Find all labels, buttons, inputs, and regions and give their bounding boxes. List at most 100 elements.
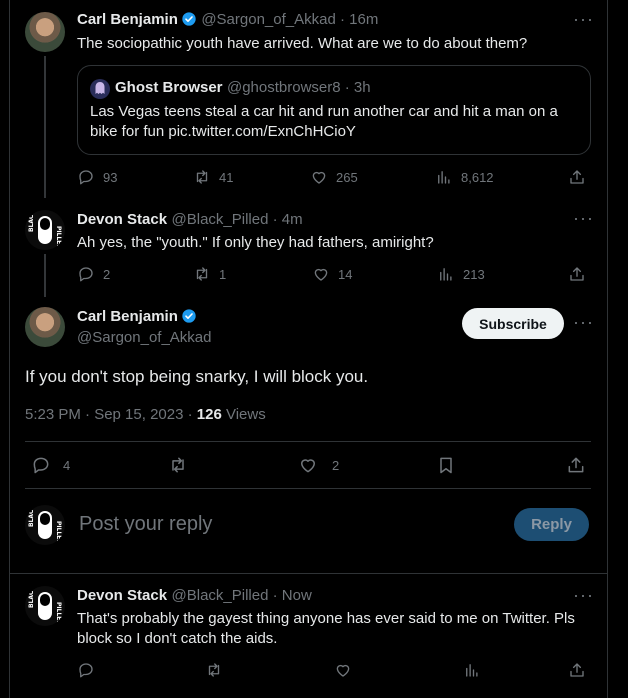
author-name[interactable]: Carl Benjamin: [77, 308, 178, 325]
reply-count: 4: [63, 457, 71, 473]
view-count: 213: [463, 266, 485, 282]
tweet-text-line1: That's probably the gayest thing anyone …: [77, 610, 575, 627]
view-count: 8,612: [461, 169, 494, 185]
reply-button[interactable]: Reply: [514, 508, 589, 541]
more-icon[interactable]: ···: [573, 209, 594, 227]
more-icon[interactable]: ···: [573, 313, 594, 331]
heart-icon: [312, 171, 326, 184]
more-icon[interactable]: ···: [573, 10, 594, 28]
composer-avatar: BLACK PILLED: [25, 505, 65, 545]
reply-input[interactable]: Post your reply: [79, 513, 212, 536]
reply-action[interactable]: [77, 661, 95, 679]
analytics-icon: [438, 171, 450, 184]
bookmark-icon: [440, 457, 452, 474]
like-action[interactable]: 2: [298, 455, 339, 475]
tweet-text: If you don't stop being snarky, I will b…: [25, 367, 369, 386]
tweet-header: Devon Stack @Black_Pilled · Now: [77, 587, 312, 605]
retweet-action[interactable]: 41: [193, 168, 233, 186]
divider: [25, 488, 591, 489]
reply-action[interactable]: 93: [77, 168, 117, 186]
like-action[interactable]: [334, 661, 352, 679]
retweet-icon: [208, 663, 220, 677]
share-icon: [568, 457, 584, 473]
author-name[interactable]: Carl Benjamin: [77, 11, 178, 28]
avatar[interactable]: [25, 12, 65, 52]
like-action[interactable]: 265: [310, 168, 358, 186]
tweet-text: Ah yes, the "youth." If only they had fa…: [77, 234, 434, 251]
svg-text:PILLED: PILLED: [55, 521, 62, 544]
bookmark-action[interactable]: [436, 455, 456, 475]
share-action[interactable]: [568, 265, 586, 283]
analytics-icon: [440, 268, 452, 281]
share-action[interactable]: [568, 168, 586, 186]
black-pill-logo-icon: BLACK PILLED: [28, 505, 62, 544]
svg-text:BLACK: BLACK: [28, 586, 35, 608]
author-handle[interactable]: @Black_Pilled · Now: [172, 587, 312, 604]
author-name[interactable]: Devon Stack: [77, 587, 167, 604]
section-divider: [9, 573, 608, 574]
reply-action[interactable]: 2: [77, 265, 110, 283]
retweet-action[interactable]: [205, 661, 223, 679]
svg-text:PILLED: PILLED: [55, 602, 62, 625]
views-action[interactable]: 213: [437, 265, 485, 283]
views-number: 126: [196, 406, 222, 423]
author-name-row: Carl Benjamin: [77, 308, 197, 326]
retweet-action[interactable]: 1: [193, 265, 226, 283]
reply-count: 2: [103, 266, 111, 282]
author-handle[interactable]: @Sargon_of_Akkad: [77, 329, 211, 346]
svg-text:BLACK: BLACK: [28, 505, 35, 527]
thread-line: [44, 254, 46, 297]
like-action[interactable]: 14: [312, 265, 352, 283]
share-action[interactable]: [568, 661, 586, 679]
divider: [25, 441, 591, 442]
share-icon: [570, 170, 584, 184]
reply-icon: [79, 170, 93, 185]
reply-icon: [79, 663, 93, 678]
views-action[interactable]: 8,612: [435, 168, 494, 186]
analytics-icon: [466, 664, 478, 677]
views-label: Views: [221, 406, 266, 423]
verified-badge-icon: [182, 12, 196, 26]
like-count: 2: [332, 457, 340, 473]
reply-action[interactable]: 4: [31, 455, 70, 475]
more-icon[interactable]: ···: [573, 586, 594, 604]
tweet-header: Carl Benjamin @Sargon_of_Akkad · 16m: [77, 11, 378, 29]
avatar[interactable]: [25, 307, 65, 347]
author-handle[interactable]: @Black_Pilled · 4m: [172, 211, 303, 228]
quote-text-line2: bike for fun pic.twitter.com/ExnChHCioY: [90, 123, 356, 140]
like-count: 14: [338, 266, 353, 282]
black-pill-logo-icon: BLACK PILLED: [28, 586, 62, 625]
heart-icon: [314, 268, 328, 281]
verified-badge-icon: [182, 309, 196, 323]
timestamp[interactable]: 5:23 PM · Sep 15, 2023 ·: [25, 406, 197, 423]
tweet-text: The sociopathic youth have arrived. What…: [77, 35, 528, 52]
quote-author-name: Ghost Browser: [115, 79, 223, 96]
retweet-icon: [196, 267, 208, 281]
right-border: [607, 0, 608, 698]
left-border: [9, 0, 10, 698]
thread-line: [44, 56, 46, 198]
author-handle[interactable]: @Sargon_of_Akkad · 16m: [201, 11, 378, 28]
heart-icon: [301, 459, 315, 473]
avatar[interactable]: BLACK PILLED: [25, 586, 65, 626]
share-action[interactable]: [566, 455, 586, 475]
share-icon: [570, 663, 584, 677]
heart-icon: [336, 664, 350, 677]
black-pill-logo-icon: BLACK PILLED: [28, 210, 62, 249]
retweet-action[interactable]: [168, 455, 188, 475]
subscribe-button[interactable]: Subscribe: [462, 308, 564, 339]
reply-icon: [79, 267, 93, 282]
quoted-tweet[interactable]: Ghost Browser @ghostbrowser8 · 3h Las Ve…: [77, 65, 591, 155]
author-name[interactable]: Devon Stack: [77, 211, 167, 228]
quote-text-line1: Las Vegas teens steal a car hit and run …: [90, 103, 558, 120]
retweet-icon: [196, 170, 208, 184]
retweet-count: 41: [219, 169, 234, 185]
svg-text:PILLED: PILLED: [55, 226, 62, 249]
views-action[interactable]: [463, 661, 481, 679]
quote-header: Ghost Browser @ghostbrowser8 · 3h: [115, 79, 371, 97]
svg-text:BLACK: BLACK: [28, 210, 35, 232]
reply-count: 93: [103, 169, 118, 185]
share-icon: [570, 267, 584, 281]
tweet-text-line2: block so I don't catch the aids.: [77, 630, 278, 647]
avatar[interactable]: BLACK PILLED: [25, 210, 65, 250]
